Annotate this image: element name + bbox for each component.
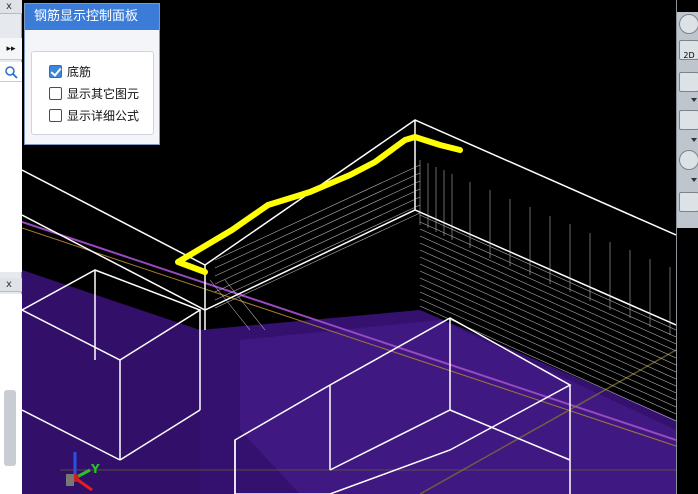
close-icon[interactable]: x — [6, 279, 12, 290]
chevron-down-icon[interactable] — [691, 98, 697, 102]
rotate-icon[interactable] — [679, 150, 698, 170]
toolbar-gap — [677, 0, 698, 12]
toolbar-gap-bottom — [677, 228, 698, 494]
option-bottom-rebar[interactable]: 底筋 — [49, 62, 91, 80]
axis-y-label: Y — [90, 462, 100, 476]
slab-left — [22, 270, 200, 494]
chevron-down-icon[interactable] — [691, 138, 697, 142]
rebar-display-panel: 钢筋显示控制面板 底筋 显示其它图元 显示详细公式 — [24, 3, 160, 145]
panel-title: 钢筋显示控制面板 — [25, 4, 159, 30]
checkbox-icon[interactable] — [49, 86, 62, 100]
view-box-icon[interactable] — [679, 110, 698, 130]
left-panel-scrollbar[interactable] — [4, 390, 16, 466]
option-label: 显示详细公式 — [67, 108, 140, 123]
expand-icon[interactable]: ▸▸ — [0, 38, 22, 60]
close-icon[interactable]: x — [6, 1, 12, 12]
table-icon[interactable] — [679, 192, 698, 212]
view-toolbar: 2D — [676, 0, 698, 494]
left-panel-bottom-header: x — [0, 278, 22, 292]
option-label: 底筋 — [67, 64, 92, 79]
left-panel-top-body — [0, 82, 22, 272]
view-2d-icon[interactable]: 2D — [679, 40, 698, 60]
search-field[interactable] — [0, 62, 22, 82]
checkbox-icon[interactable] — [49, 108, 62, 122]
search-icon — [5, 66, 18, 79]
option-show-detailed-formula[interactable]: 显示详细公式 — [49, 106, 139, 124]
checkbox-checked-icon[interactable] — [49, 64, 62, 78]
app-window: x ▸▸ x Y 钢筋显示控制面板 底筋 显示其它图元 显示详细公式 2D — [0, 0, 698, 494]
option-show-other-elements[interactable]: 显示其它图元 — [49, 84, 139, 102]
left-side-panels: x ▸▸ x — [0, 0, 22, 494]
orbit-icon[interactable] — [679, 14, 698, 34]
panel-option-group: 底筋 显示其它图元 显示详细公式 — [31, 51, 154, 135]
slab-overlay — [240, 320, 676, 494]
option-label: 显示其它图元 — [67, 86, 140, 101]
chevron-down-icon[interactable] — [691, 178, 697, 182]
left-panel-top-header: x — [0, 0, 22, 14]
view-top-icon[interactable] — [679, 72, 698, 92]
